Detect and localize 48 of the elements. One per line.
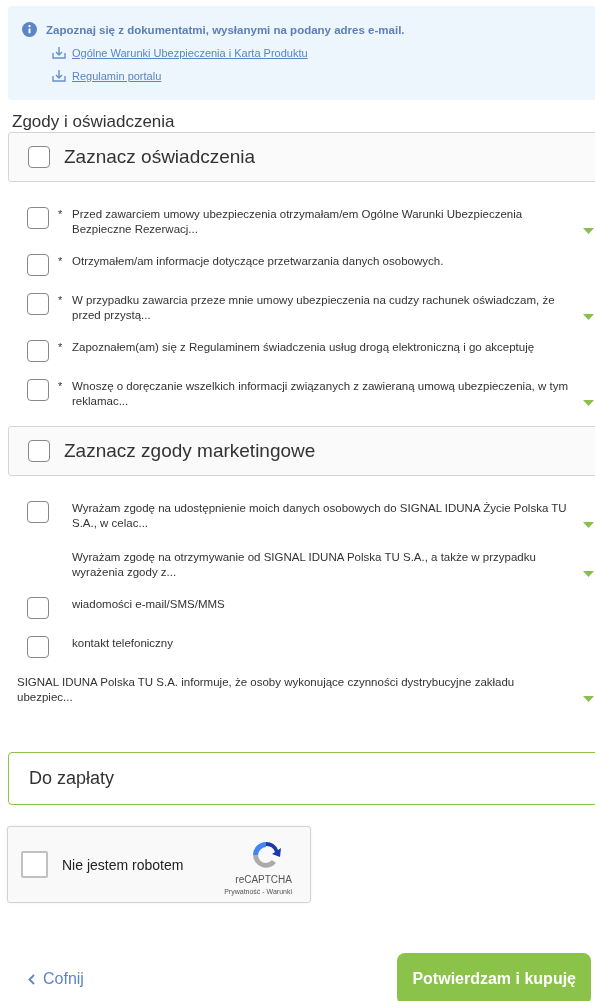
checkbox[interactable] (28, 440, 50, 462)
checkbox[interactable] (27, 597, 49, 619)
consent-text: Wyrażam zgodę na otrzymywanie od SIGNAL IDUNA Polska TU S.A., a także w przypadku wyrażenia zgody z... (71, 550, 537, 580)
consent-text: kontakt telefoniczny (71, 636, 174, 651)
info-icon (22, 22, 37, 37)
chevron-left-icon (28, 973, 35, 985)
checkbox[interactable] (27, 379, 49, 401)
expand-caret-icon[interactable] (583, 400, 594, 406)
consent-text: Otrzymałem/am informacje dotyczące przetwarzania danych osobowych. (71, 254, 445, 269)
required-asterisk: * (58, 340, 64, 355)
captcha-brand: reCAPTCHA (235, 874, 292, 885)
expand-caret-icon[interactable] (583, 571, 594, 577)
required-asterisk: * (58, 293, 64, 308)
captcha-label: Nie jestem robotem (62, 856, 184, 873)
group-header[interactable]: Zaznacz zgody marketingowe (8, 426, 595, 476)
expand-caret-icon[interactable] (583, 314, 594, 320)
checkbox[interactable] (27, 636, 49, 658)
checkbox[interactable] (21, 851, 48, 878)
confirm-purchase-button[interactable]: Potwierdzam i kupuję (397, 953, 591, 1001)
checkbox[interactable] (27, 293, 49, 315)
info-text: Zapoznaj się z dokumentatmi, wysłanymi na podany adres e-mail. (46, 23, 405, 36)
expand-caret-icon[interactable] (583, 696, 594, 702)
checkbox[interactable] (27, 254, 49, 276)
consent-text: W przypadku zawarcia przeze mnie umowy ubezpieczenia na cudzy rachunek oświadczam, że przed przystą... (71, 293, 556, 323)
expand-caret-icon[interactable] (583, 522, 594, 528)
consent-text: Wyrażam zgodę na udostępnienie moich danych osobowych do SIGNAL IDUNA Życie Polska TU S.A., w celac... (71, 501, 568, 531)
checkbox[interactable] (27, 340, 49, 362)
document-link[interactable]: Ogólne Warunki Ubezpieczenia i Karta Produktu (72, 46, 308, 59)
expand-caret-icon[interactable] (583, 228, 594, 234)
checkbox[interactable] (28, 146, 50, 168)
section-title: Zgody i oświadczenia (12, 112, 175, 131)
consent-text: wiadomości e-mail/SMS/MMS (71, 597, 226, 612)
consent-text: Zapoznałem(am) się z Regulaminem świadczenia usług drogą elektroniczną i go akceptuję (71, 340, 536, 355)
payment-label: Do zapłaty (29, 768, 115, 789)
required-asterisk: * (58, 207, 64, 222)
document-link[interactable]: Regulamin portalu (72, 69, 162, 82)
download-icon (52, 46, 66, 59)
checkbox[interactable] (27, 207, 49, 229)
consent-text: Przed zawarciem umowy ubezpieczenia otrzymałam/em Ogólne Warunki Ubezpieczenia Bezpieczne Rezerwacj... (71, 207, 524, 237)
checkbox[interactable] (27, 501, 49, 523)
recaptcha-icon (250, 839, 282, 871)
back-link[interactable]: Cofnij (28, 970, 84, 988)
consent-text: Wnoszę o doręczanie wszelkich informacji związanych z zawieraną umową ubezpieczenia, w tym reklamac... (71, 379, 569, 409)
info-note: SIGNAL IDUNA Polska TU S.A. informuje, że osoby wykonujące czynności dystrybucyjne zakładu ubezpiec... (17, 675, 516, 705)
group-header[interactable]: Zaznacz oświadczenia (8, 132, 595, 182)
required-asterisk: * (58, 254, 64, 269)
required-asterisk: * (58, 379, 64, 394)
download-icon (52, 69, 66, 82)
